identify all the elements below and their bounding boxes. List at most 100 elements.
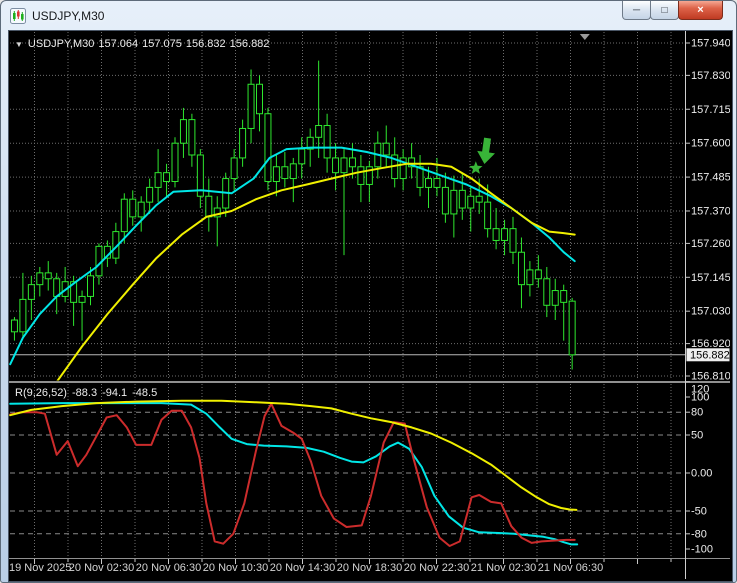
candle-body <box>323 125 331 159</box>
candle-body <box>163 172 171 183</box>
candle-body <box>517 251 525 286</box>
candle-body <box>332 157 340 174</box>
candle-body <box>492 228 500 241</box>
chart-client-area: 157.940 157.830 157.715 157.600 157.485 157.3… <box>8 30 733 582</box>
candle-body <box>44 272 52 280</box>
close-button[interactable]: × <box>678 1 723 20</box>
candle-body <box>340 157 348 174</box>
candle-body <box>129 198 137 218</box>
candle-body <box>239 127 247 159</box>
candle-body <box>78 295 86 303</box>
candle-body <box>298 148 306 165</box>
candle-body <box>382 142 390 156</box>
candle-body <box>534 269 542 280</box>
close-value: 156.882 <box>229 38 270 50</box>
minimize-button[interactable]: ─ <box>622 1 651 20</box>
price-tick-label: 157.600 <box>691 138 730 150</box>
time-axis-label: 20 Nov 18:30 <box>337 562 402 574</box>
candle-body <box>484 201 492 230</box>
candle-body <box>568 300 576 356</box>
candle-body <box>230 157 238 180</box>
sell-arrow-annotation <box>477 137 495 164</box>
candle-body <box>87 275 94 297</box>
time-axis-label: 20 Nov 14:30 <box>270 562 335 574</box>
window-icon chart-icon <box>10 7 26 24</box>
price-tick-label: 157.030 <box>691 306 730 318</box>
candle-body <box>441 186 449 215</box>
chart-header: ▼ USDJPY,M30 157.064 157.075 156.832 156.882 <box>15 38 273 50</box>
candle-body <box>416 166 424 188</box>
ma-fast-line <box>9 146 576 366</box>
candle-body <box>146 186 154 203</box>
price-tick-label: 157.830 <box>691 70 730 82</box>
time-axis: 19 Nov 202520 Nov 02:30 20 Nov 06:30 20 No… <box>9 559 672 574</box>
candle-body <box>467 195 475 209</box>
indicator-value-1: -88.3 <box>71 387 98 399</box>
window-controls: ─ □ × <box>622 1 723 20</box>
restore-icon: □ <box>661 4 668 16</box>
time-axis-label: 20 Nov 10:30 <box>203 562 268 574</box>
candle-body <box>450 189 458 215</box>
candle-body <box>247 83 255 129</box>
candlesticks <box>10 60 576 370</box>
time-axis-label: 20 Nov 22:30 <box>404 562 469 574</box>
indicator-scale-label: 50 <box>691 430 703 442</box>
candle-body <box>357 166 365 185</box>
indicator-header: R(9,26,52) -88.3 -94.1 -48.5 <box>15 387 162 399</box>
high-value: 157.075 <box>142 38 182 50</box>
time-axis-label: 20 Nov 02:30 <box>69 562 134 574</box>
indicator-yellow-line <box>9 399 578 511</box>
chart-shift-marker <box>579 34 590 40</box>
candle-body <box>501 228 509 241</box>
grid <box>10 32 685 558</box>
price-tick-label: 157.485 <box>691 172 730 184</box>
indicator-name: R(9,26,52) <box>15 387 67 399</box>
candle-body <box>19 298 27 333</box>
chart-canvas[interactable]: 157.940 157.830 157.715 157.600 157.485 157.3… <box>9 31 730 579</box>
title-bar[interactable]: USDJPY,M30 ─ □ × <box>1 1 736 30</box>
indicator-value-2: -94.1 <box>102 387 128 399</box>
indicator-value-3: -48.5 <box>132 387 158 399</box>
candle-body <box>433 178 441 188</box>
candle-body <box>551 290 559 306</box>
indicator-scale-label: -50 <box>691 506 707 518</box>
window-title: USDJPY,M30 <box>32 8 105 23</box>
price-tick-label: 157.370 <box>691 205 730 217</box>
price-tag: 156.882 <box>686 348 730 362</box>
price-tick-label: 157.940 <box>691 38 730 50</box>
candle-body <box>205 195 213 218</box>
current-price-label: 156.882 <box>690 349 730 361</box>
candle-body <box>289 163 297 180</box>
candle-body <box>475 195 483 203</box>
candle-body <box>348 157 356 168</box>
terminal-window: USDJPY,M30 ─ □ × 157.940 157.830 157.715 15… <box>0 0 737 583</box>
price-tick-label: 156.810 <box>691 371 730 383</box>
restore-button[interactable]: □ <box>650 1 679 20</box>
candle-body <box>171 142 179 183</box>
minimize-icon: ─ <box>632 4 641 16</box>
candle-body <box>543 278 551 306</box>
candle-body <box>137 201 145 218</box>
low-value: 156.832 <box>185 38 226 50</box>
candle-body <box>281 166 289 180</box>
price-tick-label: 157.260 <box>691 238 730 250</box>
candle-body <box>188 119 196 156</box>
candle-body <box>179 119 187 144</box>
indicator-scale-label: 100 <box>691 392 709 404</box>
indicator-axis: 12010080500.00-50-80-100 <box>686 381 713 556</box>
price-tick-label: 157.715 <box>691 104 730 116</box>
symbol-menu-icon chevron-down-icon[interactable]: ▼ <box>15 40 23 49</box>
candle-body <box>272 166 280 183</box>
time-axis-label: 21 Nov 06:30 <box>538 562 603 574</box>
indicator-scale-label: -80 <box>691 528 707 540</box>
candle-body <box>526 269 534 286</box>
candle-body <box>256 83 263 115</box>
time-axis-label: 21 Nov 02:30 <box>471 562 536 574</box>
indicator-scale-label: -100 <box>691 544 713 556</box>
candle-body <box>315 125 323 138</box>
price-tick-label: 157.145 <box>691 272 730 284</box>
time-axis-label: 20 Nov 06:30 <box>136 562 201 574</box>
indicator-scale-label: 0.00 <box>691 468 712 480</box>
close-icon: × <box>697 4 704 16</box>
candle-body <box>425 178 432 188</box>
